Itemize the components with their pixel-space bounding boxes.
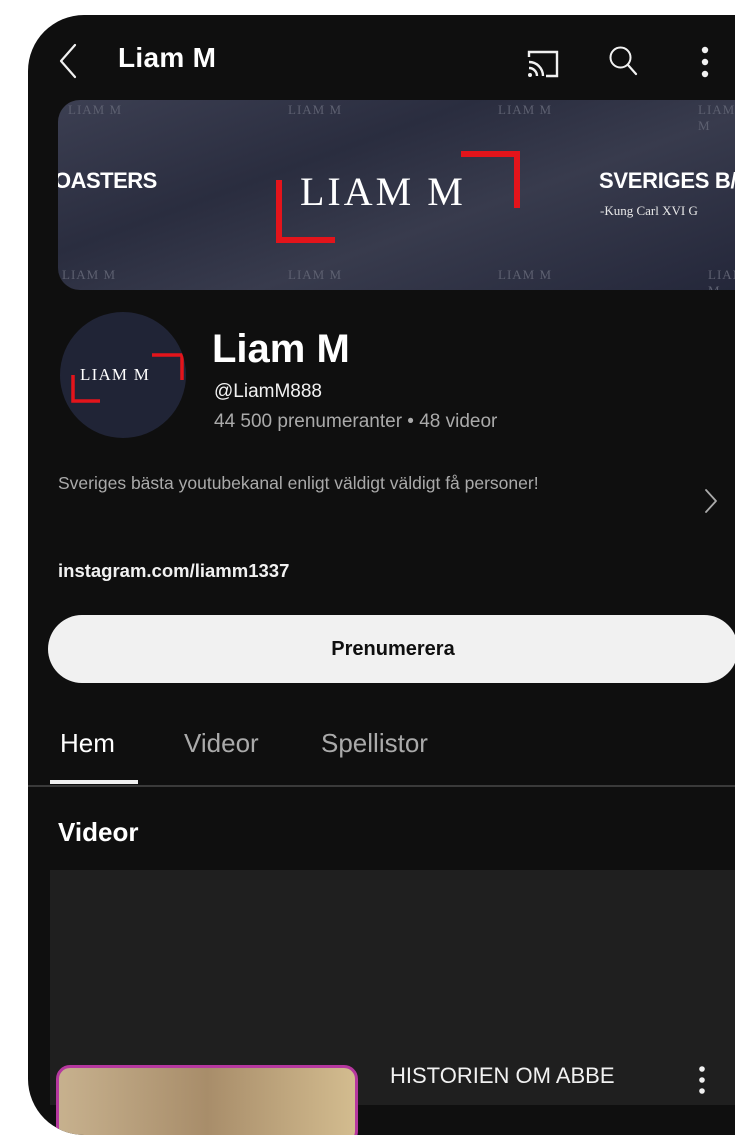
tab-hem[interactable]: Hem <box>60 728 115 759</box>
banner-watermark: LIAM M <box>708 267 735 290</box>
section-title: Videor <box>58 817 139 847</box>
avatar-logo-text: LIAM M <box>80 365 151 384</box>
cast-icon[interactable] <box>526 49 560 79</box>
banner-watermark: LIAM M <box>288 102 343 117</box>
more-vert-icon[interactable] <box>700 45 710 79</box>
search-icon[interactable] <box>608 45 638 77</box>
channel-description[interactable]: Sveriges bästa youtubekanal enligt väldi… <box>58 467 668 499</box>
channel-link[interactable]: instagram.com/liamm1337 <box>58 560 289 582</box>
back-icon[interactable] <box>58 41 78 81</box>
top-app-bar: Liam M <box>28 15 735 105</box>
banner-logo-text: LIAM M <box>300 169 466 214</box>
channel-name: Liam M <box>212 327 350 371</box>
tabs-divider <box>28 785 735 787</box>
banner-watermark: LIAM M <box>288 267 343 282</box>
tab-videor[interactable]: Videor <box>184 728 259 759</box>
video-title[interactable]: HISTORIEN OM ABBE <box>390 1063 615 1089</box>
banner-right-subtitle: -Kung Carl XVI G <box>600 203 698 218</box>
video-more-icon[interactable] <box>698 1065 706 1095</box>
banner-watermark: LIAM M <box>498 102 553 117</box>
banner-watermark: LIAM M <box>698 102 735 133</box>
banner-right-title: SVERIGES B/ <box>599 168 735 193</box>
header-title: Liam M <box>118 42 217 73</box>
channel-banner: LIAM M LIAM M LIAM M LIAM M LIAM M LIAM … <box>58 100 735 290</box>
active-tab-indicator <box>50 780 138 784</box>
channel-stats: 44 500 prenumeranter • 48 videor <box>214 411 498 432</box>
banner-watermark: LIAM M <box>498 267 553 282</box>
video-thumbnail[interactable] <box>56 1065 358 1135</box>
phone-screen: Liam M LIAM M LIAM M LIAM M LIAM M LIAM … <box>28 15 735 1135</box>
banner-watermark: LIAM M <box>68 102 123 117</box>
banner-logo: LIAM M <box>273 140 523 250</box>
banner-left-text: OASTERS <box>58 168 157 193</box>
banner-watermark: LIAM M <box>62 267 117 282</box>
tab-spellistor[interactable]: Spellistor <box>321 728 428 759</box>
chevron-right-icon[interactable] <box>704 488 718 514</box>
channel-avatar[interactable]: LIAM M <box>60 312 186 438</box>
channel-handle: @LiamM888 <box>214 381 322 402</box>
subscribe-button[interactable]: Prenumerera <box>48 615 735 683</box>
